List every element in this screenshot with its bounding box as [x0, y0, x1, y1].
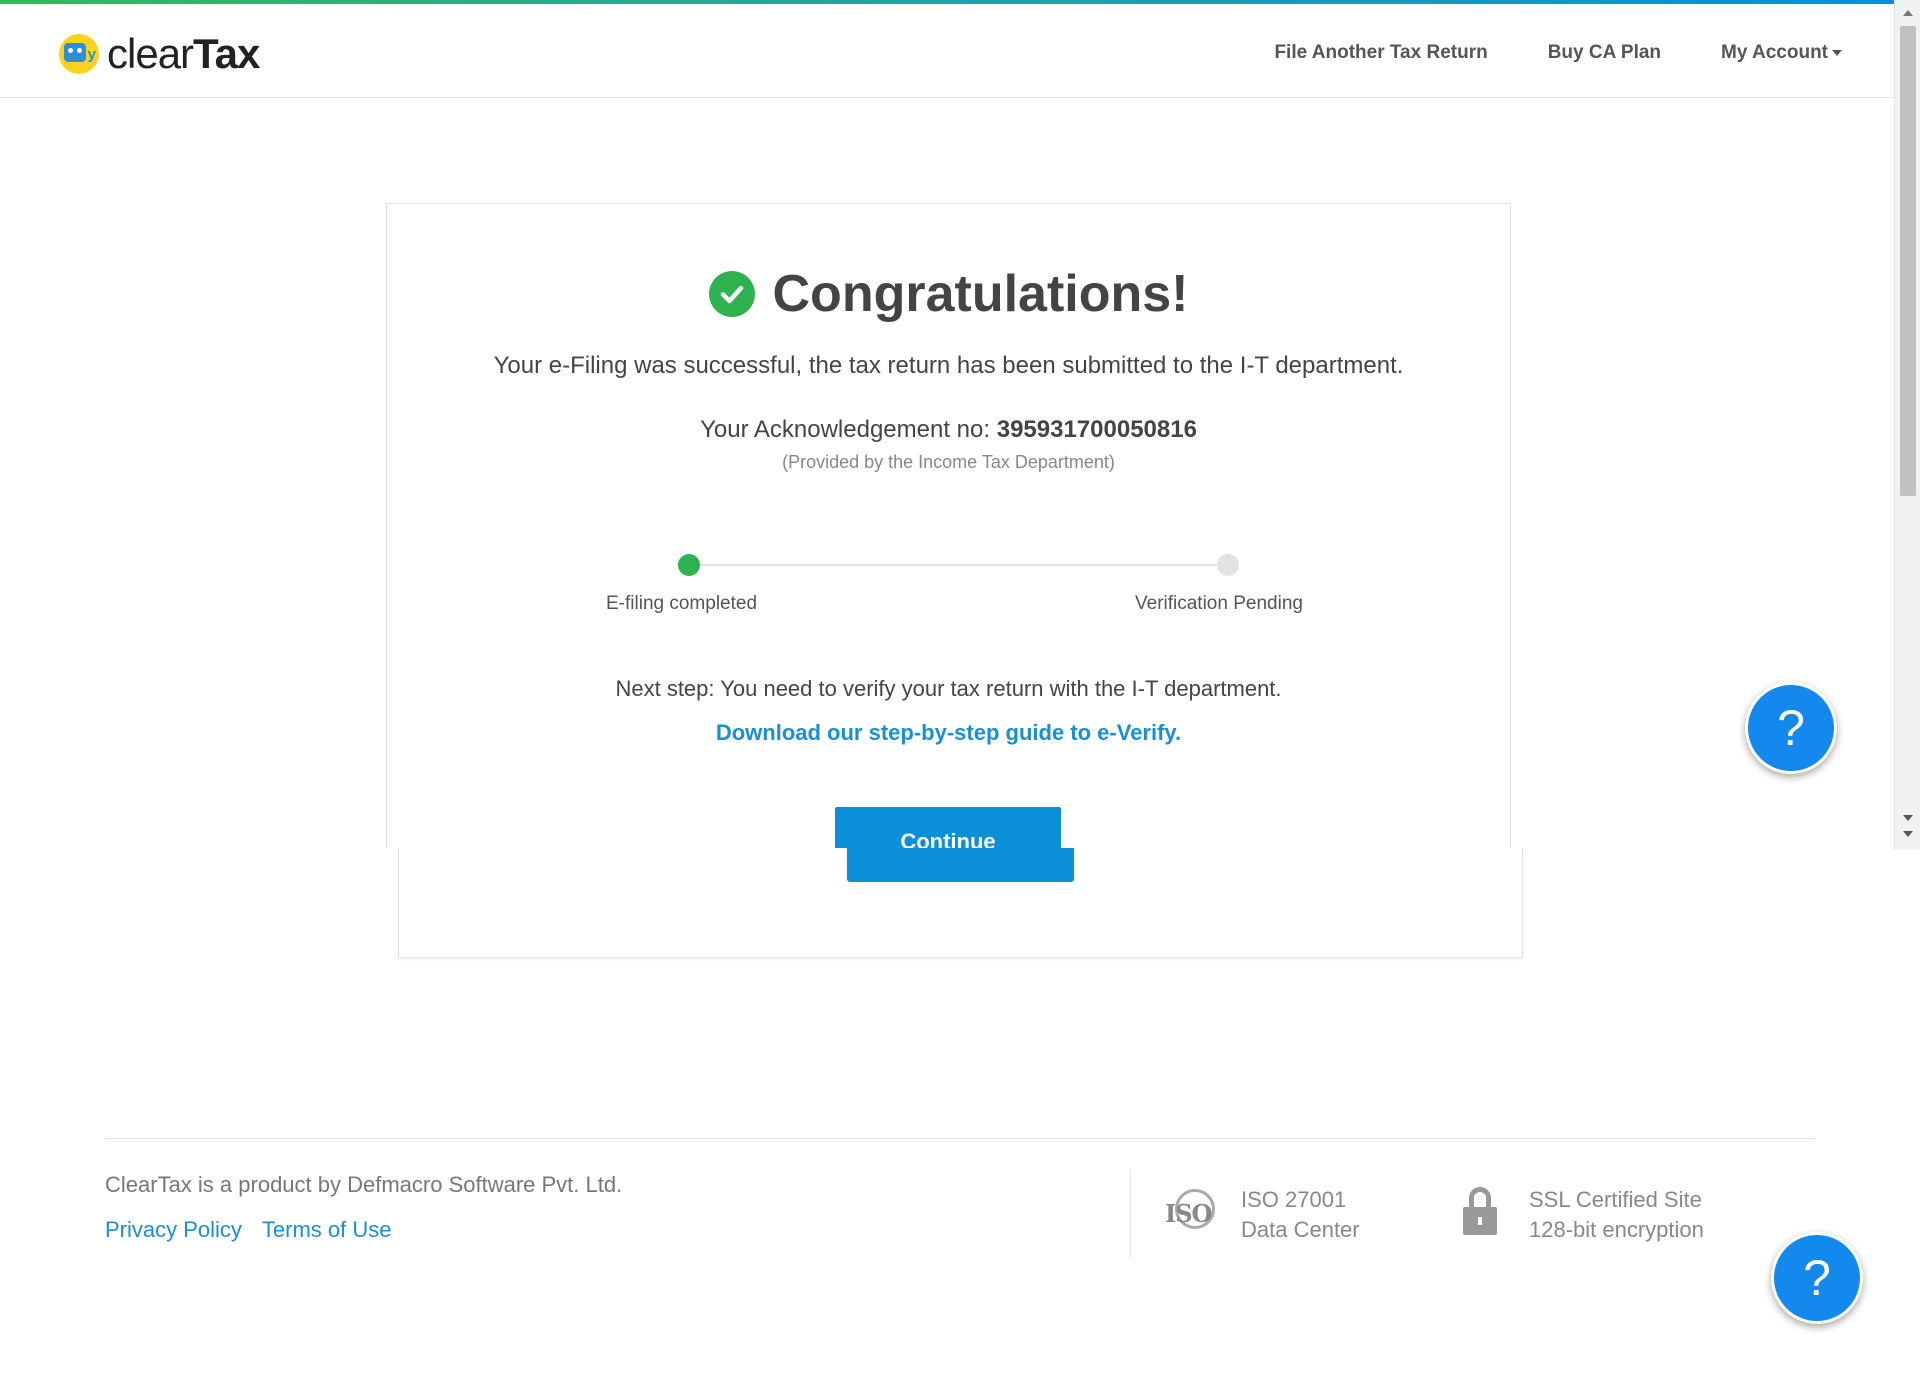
caret-down-icon — [1832, 49, 1842, 56]
footer-divider — [105, 1138, 1815, 1139]
continue-button-lower[interactable] — [847, 848, 1074, 882]
progress-track — [689, 564, 1229, 566]
terms-of-use-link[interactable]: Terms of Use — [262, 1217, 392, 1243]
footer-copyright: ClearTax is a product by Defmacro Softwa… — [105, 1172, 623, 1197]
ack-note: (Provided by the Income Tax Department) — [782, 452, 1115, 472]
iso-badge-line1: ISO 27001 — [1241, 1187, 1347, 1212]
privacy-policy-link[interactable]: Privacy Policy — [105, 1217, 242, 1243]
header: y clearTax File Another Tax Return Buy C… — [0, 4, 1894, 98]
ssl-badge-line2: 128-bit encryption — [1529, 1217, 1704, 1242]
success-message: Your e-Filing was successful, the tax re… — [493, 352, 1404, 379]
everify-guide-link[interactable]: Download our step-by-step guide to e-Ver… — [387, 720, 1510, 746]
step-pending-dot — [1217, 554, 1239, 576]
iso-badge-line2: Data Center — [1241, 1217, 1360, 1242]
nav-my-account-label: My Account — [1721, 42, 1828, 63]
ack-number: 395931700050816 — [996, 416, 1197, 443]
check-circle-icon — [708, 271, 755, 317]
confirmation-card: Congratulations! Your e-Filing was succe… — [386, 203, 1511, 849]
acknowledgement: Your Acknowledgement no: 395931700050816 — [387, 416, 1510, 444]
ssl-badge-line1: SSL Certified Site — [1529, 1187, 1702, 1212]
confirmation-card-bottom — [398, 848, 1523, 958]
help-question-icon: ? — [1803, 1250, 1831, 1306]
step-done-dot — [678, 554, 700, 576]
scroll-up-arrow-icon[interactable] — [1903, 10, 1913, 16]
iso-badge: ISO ISO 27001 Data Center — [1165, 1185, 1360, 1245]
cleartax-logo-icon: y — [59, 34, 99, 74]
nav-buy-ca-plan[interactable]: Buy CA Plan — [1548, 42, 1661, 64]
continue-button[interactable]: Continue — [835, 807, 1061, 849]
top-nav: File Another Tax Return Buy CA Plan My A… — [1274, 42, 1842, 64]
scrollbar[interactable] — [1894, 0, 1920, 850]
logo-text: clearTax — [107, 30, 260, 77]
help-question-icon: ? — [1777, 700, 1805, 756]
step-label-verification: Verification Pending — [1135, 593, 1303, 614]
congrats-heading: Congratulations! — [387, 264, 1510, 324]
cleartax-logo[interactable]: y clearTax — [59, 30, 260, 78]
help-button[interactable]: ? — [1745, 682, 1837, 774]
scroll-down-arrow-icon[interactable] — [1903, 831, 1913, 837]
footer-links: Privacy Policy Terms of Use — [105, 1217, 392, 1243]
continue-label: Continue — [900, 829, 996, 849]
help-button-footer[interactable]: ? — [1771, 1232, 1863, 1324]
iso-icon: ISO — [1165, 1189, 1221, 1237]
ssl-badge: SSL Certified Site 128-bit encryption — [1463, 1185, 1704, 1245]
scroll-down-arrow-icon[interactable] — [1903, 815, 1913, 821]
step-label-efiling: E-filing completed — [606, 593, 758, 614]
nav-file-another-tax-return[interactable]: File Another Tax Return — [1274, 42, 1487, 64]
next-step-text: Next step: You need to verify your tax r… — [615, 676, 1282, 701]
footer-vertical-divider — [1130, 1170, 1131, 1258]
scroll-thumb[interactable] — [1900, 26, 1916, 496]
ack-label: Your Acknowledgement no: — [700, 416, 997, 443]
lock-icon — [1463, 1187, 1497, 1235]
page-title: Congratulations! — [772, 265, 1189, 323]
nav-my-account[interactable]: My Account — [1721, 42, 1842, 64]
